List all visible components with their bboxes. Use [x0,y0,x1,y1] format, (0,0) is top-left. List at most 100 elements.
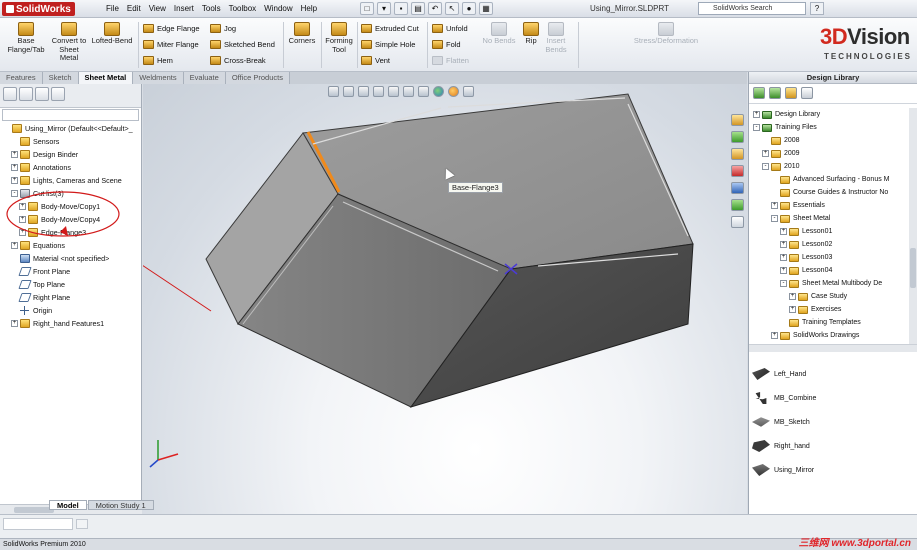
property-manager-tab-icon[interactable] [19,87,33,101]
edge-flange-button[interactable]: Edge Flange [143,24,200,33]
view-palette-icon[interactable] [731,182,744,194]
extruded-cut-button[interactable]: Extruded Cut [361,24,419,33]
expand-toggle[interactable]: + [753,111,760,118]
expand-toggle[interactable]: - [762,163,769,170]
base-flange-button[interactable]: Base Flange/Tab [4,22,48,54]
select-icon[interactable]: ↖ [445,2,459,15]
menu-toolbox[interactable]: Toolbox [225,3,261,14]
library-node[interactable]: + Essentials [749,199,909,212]
tab-weldments[interactable]: Weldments [133,72,184,84]
design-library-hscroll[interactable] [749,344,917,352]
expand-toggle[interactable]: - [771,215,778,222]
open-icon[interactable]: ▾ [377,2,391,15]
tab-office-products[interactable]: Office Products [225,72,290,84]
library-node[interactable]: + Design Library [749,108,909,121]
library-node[interactable]: + Lesson02 [749,238,909,251]
expand-toggle[interactable]: + [789,293,796,300]
tree-node[interactable]: + Right_hand Features1 [0,317,141,330]
solidworks-logo[interactable]: SolidWorks [2,2,75,16]
new-document-icon[interactable]: □ [360,2,374,15]
library-node[interactable]: + Exercises [749,303,909,316]
home-icon[interactable] [731,114,744,126]
custom-properties-icon[interactable] [731,216,744,228]
miter-flange-button[interactable]: Miter Flange [143,40,199,49]
help-button[interactable]: ? [810,2,824,15]
fold-button[interactable]: Fold [432,40,461,49]
expand-toggle[interactable]: + [780,267,787,274]
library-file[interactable]: MB_Combine [749,386,917,410]
corners-button[interactable]: Corners [286,22,318,46]
tree-node[interactable]: + Annotations [0,161,141,174]
library-node[interactable]: - Sheet Metal Multibody De [749,277,909,290]
library-node[interactable]: - 2010 [749,160,909,173]
tree-node[interactable]: Using_Mirror (Default<<Default>_ [0,122,141,135]
tree-node[interactable]: Top Plane [0,278,141,291]
library-file[interactable]: Using_Mirror [749,458,917,482]
tab-motion-study-1[interactable]: Motion Study 1 [87,500,154,510]
forming-tool-button[interactable]: Forming Tool [324,22,354,54]
library-node[interactable]: + Lesson04 [749,264,909,277]
search-input[interactable]: SolidWorks Search [698,2,806,15]
simple-hole-button[interactable]: Simple Hole [361,40,415,49]
library-node[interactable]: 2008 [749,134,909,147]
library-node[interactable]: Course Guides & Instructor No [749,186,909,199]
tree-node[interactable]: + Equations [0,239,141,252]
library-file[interactable]: Right_hand [749,434,917,458]
no-bends-button[interactable]: No Bends [480,22,518,46]
scroll-thumb[interactable] [910,248,916,288]
tree-node[interactable]: Front Plane [0,265,141,278]
menu-tools[interactable]: Tools [198,3,225,14]
expand-toggle[interactable]: + [11,164,18,171]
expand-toggle[interactable]: + [789,306,796,313]
expand-toggle[interactable]: - [780,280,787,287]
menu-help[interactable]: Help [297,3,321,14]
unit-field[interactable] [3,518,73,530]
library-file[interactable]: MB_Sketch [749,410,917,434]
tree-node[interactable]: Material <not specified> [0,252,141,265]
library-node[interactable]: +2009 [749,147,909,160]
menu-insert[interactable]: Insert [170,3,198,14]
tab-model[interactable]: Model [49,500,87,510]
expand-toggle[interactable]: + [780,228,787,235]
create-folder-icon[interactable] [801,87,813,99]
expand-toggle[interactable]: + [762,150,769,157]
back-icon[interactable] [753,87,765,99]
configuration-manager-tab-icon[interactable] [35,87,49,101]
options-icon[interactable]: ▦ [479,2,493,15]
expand-toggle[interactable]: + [11,320,18,327]
flatten-button[interactable]: Flatten [432,56,469,65]
feature-tree-tab-icon[interactable] [3,87,17,101]
library-node[interactable]: + Case Study [749,290,909,303]
dropdown-button[interactable] [76,519,88,529]
library-node[interactable]: Training Templates [749,316,909,329]
expand-toggle[interactable]: + [771,332,778,339]
vent-button[interactable]: Vent [361,56,390,65]
tab-sheet-metal[interactable]: Sheet Metal [78,72,134,84]
library-node[interactable]: Advanced Surfacing - Bonus M [749,173,909,186]
library-file[interactable]: Left_Hand [749,362,917,386]
expand-toggle[interactable]: + [11,151,18,158]
cross-break-button[interactable]: Cross-Break [210,56,266,65]
expand-toggle[interactable]: + [771,202,778,209]
library-node[interactable]: - Sheet Metal [749,212,909,225]
sheet-metal-model[interactable] [143,84,747,514]
hem-button[interactable]: Hem [143,56,173,65]
tree-node[interactable]: Sensors [0,135,141,148]
graphics-area[interactable]: Base-Flange3 [143,84,747,514]
tree-filter-input[interactable] [2,109,139,121]
design-library-tab-icon[interactable] [731,131,744,143]
appearances-icon[interactable] [731,199,744,211]
expand-toggle[interactable]: - [753,124,760,131]
save-icon[interactable]: ▪ [394,2,408,15]
expand-toggle[interactable]: + [780,254,787,261]
library-node[interactable]: - Training Files [749,121,909,134]
menu-view[interactable]: View [145,3,170,14]
insert-bends-button[interactable]: Insert Bends [543,22,569,54]
file-explorer-icon[interactable] [731,148,744,160]
dimxpert-tab-icon[interactable] [51,87,65,101]
tab-evaluate[interactable]: Evaluate [183,72,226,84]
expand-toggle[interactable]: + [11,242,18,249]
convert-to-sheet-metal-button[interactable]: Convert to Sheet Metal [50,22,88,63]
print-icon[interactable]: ▤ [411,2,425,15]
library-node[interactable]: + Lesson03 [749,251,909,264]
